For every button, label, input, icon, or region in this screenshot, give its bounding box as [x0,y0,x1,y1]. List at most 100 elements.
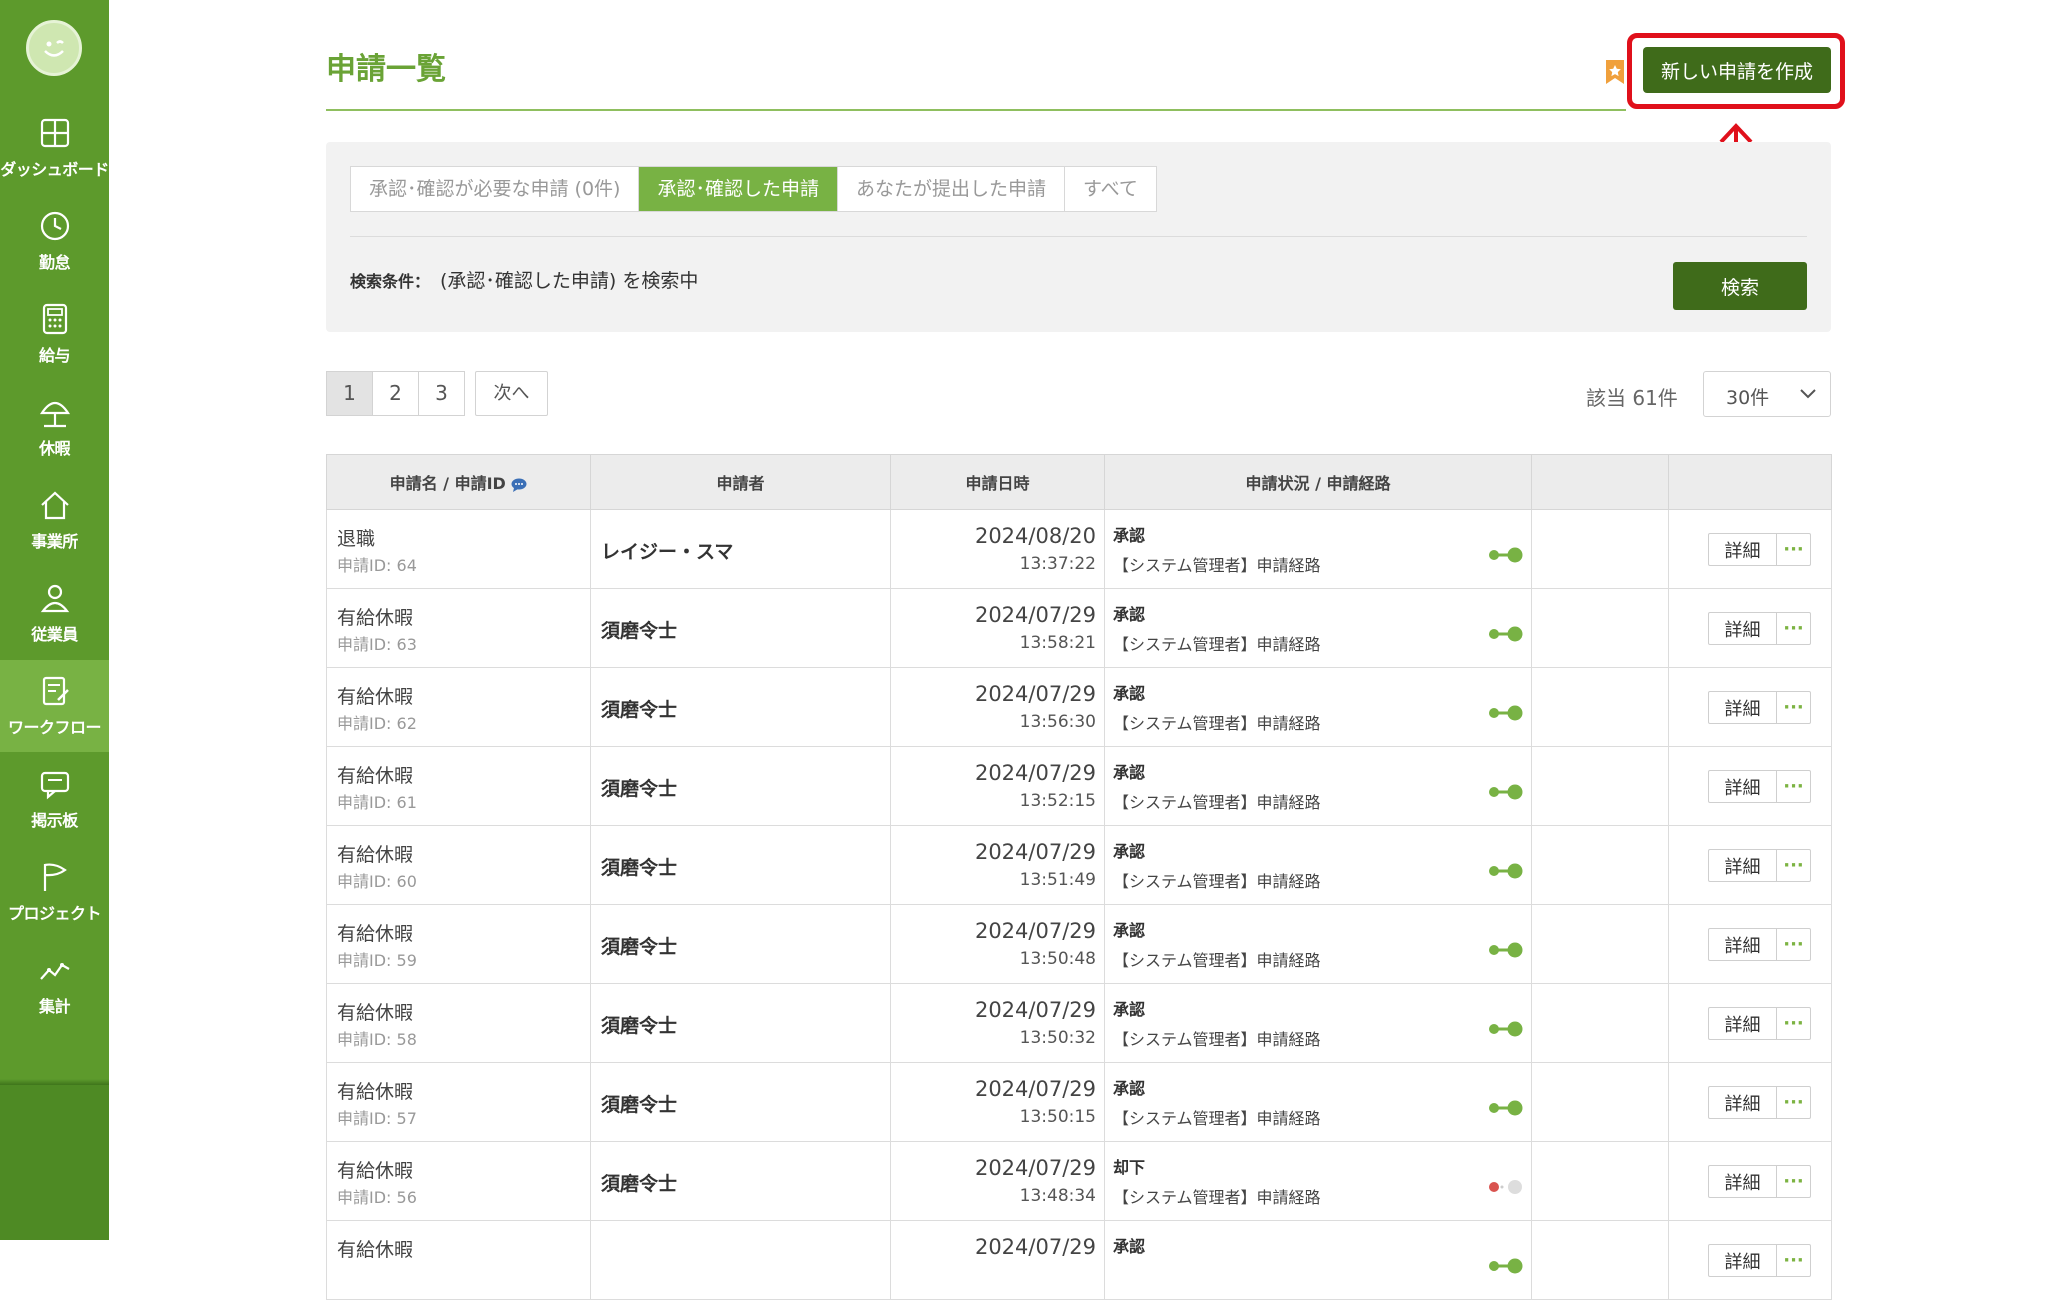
blank-cell [1531,904,1669,984]
route-status-approved-icon [1489,626,1523,642]
more-options-button[interactable]: ··· [1777,1244,1811,1277]
page-button-2[interactable]: 2 [372,371,419,416]
status-badge: 承認 [1113,1000,1146,1019]
more-options-button[interactable]: ··· [1777,1165,1811,1198]
actions-cell: 詳細 ··· [1668,1141,1832,1221]
requests-table: 申請名 / 申請ID 申請者 申請日時 申請状況 / 申請経路 退職 申請ID: … [326,454,1832,1300]
status-badge: 承認 [1113,842,1146,861]
table-row[interactable]: 有給休暇 申請ID: 59 須磨令士 2024/07/29 13:50:48 承認 【システ… [326,904,1832,984]
blank-cell [1531,1141,1669,1221]
column-header-applicant[interactable]: 申請者 [590,454,891,510]
sidebar-item-clock[interactable]: 勤怠 [0,195,109,287]
more-options-button[interactable]: ··· [1777,612,1811,645]
request-name-cell: 有給休暇 申請ID: 56 [326,1141,591,1221]
more-options-button[interactable]: ··· [1777,1007,1811,1040]
column-header-blank [1531,454,1669,510]
sidebar-item-label: 従業員 [31,625,78,644]
per-page-select[interactable]: 30件 [1703,371,1831,417]
route-status-approved-icon [1489,1258,1523,1274]
table-row[interactable]: 有給休暇 申請ID: 56 須磨令士 2024/07/29 13:48:34 却下 【システ… [326,1141,1832,1221]
filter-tab-1[interactable]: 承認･確認が必要な申請 (0件) [351,167,640,211]
actions-cell: 詳細 ··· [1668,588,1832,668]
sidebar-item-chat[interactable]: 掲示板 [0,753,109,845]
sidebar-item-dashboard[interactable]: ダッシュボード [0,102,109,194]
column-header-name[interactable]: 申請名 / 申請ID [326,454,591,510]
route-name: 【システム管理者】申請経路 [1113,1109,1321,1128]
date-cell: 2024/07/29 13:51:49 [890,825,1105,905]
sidebar-item-person[interactable]: 従業員 [0,567,109,659]
status-badge: 却下 [1113,1158,1146,1177]
detail-button[interactable]: 詳細 [1708,612,1777,645]
date-cell: 2024/07/29 13:50:48 [890,904,1105,984]
umbrella-icon [39,401,71,428]
table-row[interactable]: 有給休暇 申請ID: 60 須磨令士 2024/07/29 13:51:49 承認 【システ… [326,825,1832,905]
table-header-row: 申請名 / 申請ID 申請者 申請日時 申請状況 / 申請経路 [326,454,1832,510]
request-date: 2024/07/29 [974,682,1096,706]
filter-tab-4[interactable]: すべて [1065,167,1156,211]
status-badge: 承認 [1113,921,1146,940]
date-cell: 2024/07/29 13:58:21 [890,588,1105,668]
sidebar-item-workflow[interactable]: ワークフロー [0,660,109,752]
detail-button[interactable]: 詳細 [1708,1165,1777,1198]
table-row[interactable]: 有給休暇 2024/07/29 承認 詳細 ··· [326,1220,1832,1300]
detail-button[interactable]: 詳細 [1708,849,1777,882]
applicant-name: 須磨令士 [601,778,678,800]
applicant-cell: 須磨令士 [590,746,891,826]
table-row[interactable]: 退職 申請ID: 64 レイジー・スマ 2024/08/20 13:37:22 承認 【シス… [326,509,1832,589]
more-options-button[interactable]: ··· [1777,533,1811,566]
page-button-3[interactable]: 3 [418,371,465,416]
date-cell: 2024/07/29 13:48:34 [890,1141,1105,1221]
column-header-status[interactable]: 申請状況 / 申請経路 [1104,454,1532,510]
request-id: 申請ID: 63 [337,635,417,654]
table-row[interactable]: 有給休暇 申請ID: 61 須磨令士 2024/07/29 13:52:15 承認 【システ… [326,746,1832,826]
table-row[interactable]: 有給休暇 申請ID: 62 須磨令士 2024/07/29 13:56:30 承認 【システ… [326,667,1832,747]
table-row[interactable]: 有給休暇 申請ID: 57 須磨令士 2024/07/29 13:50:15 承認 【システ… [326,1062,1832,1142]
date-cell: 2024/07/29 13:52:15 [890,746,1105,826]
sidebar-item-umbrella[interactable]: 休暇 [0,381,109,473]
request-time: 13:52:15 [1019,791,1096,811]
sidebar-item-flag[interactable]: プロジェクト [0,846,109,938]
applicant-name: 須磨令士 [601,1094,678,1116]
detail-button[interactable]: 詳細 [1708,928,1777,961]
sidebar-item-chart-line[interactable]: 集計 [0,939,109,1031]
highlight-annotation [1627,33,1845,109]
status-badge: 承認 [1113,526,1146,545]
detail-button[interactable]: 詳細 [1708,1086,1777,1119]
request-date: 2024/07/29 [974,919,1096,943]
sidebar-item-home[interactable]: 事業所 [0,474,109,566]
detail-button[interactable]: 詳細 [1708,533,1777,566]
column-header-date[interactable]: 申請日時 [890,454,1105,510]
comment-icon [511,478,527,492]
chat-icon [40,771,70,800]
blank-cell [1531,1220,1669,1300]
filter-tab-3[interactable]: あなたが提出した申請 [838,167,1065,211]
page-button-1[interactable]: 1 [326,371,373,416]
route-status-approved-icon [1489,942,1523,958]
route-status-approved-icon [1489,1100,1523,1116]
sidebar-item-calculator[interactable]: 給与 [0,288,109,380]
status-cell: 承認 [1104,1220,1532,1300]
actions-cell: 詳細 ··· [1668,1062,1832,1142]
detail-button[interactable]: 詳細 [1708,1244,1777,1277]
more-options-button[interactable]: ··· [1777,691,1811,724]
table-row[interactable]: 有給休暇 申請ID: 63 須磨令士 2024/07/29 13:58:21 承認 【システ… [326,588,1832,668]
logo-smiley-icon[interactable] [26,20,82,76]
request-time: 13:37:22 [1019,554,1096,574]
bookmark-star-icon[interactable] [1604,60,1626,84]
detail-button[interactable]: 詳細 [1708,691,1777,724]
more-options-button[interactable]: ··· [1777,849,1811,882]
search-button[interactable]: 検索 [1673,262,1807,310]
more-options-button[interactable]: ··· [1777,770,1811,803]
status-cell: 承認 【システム管理者】申請経路 [1104,825,1532,905]
blank-cell [1531,825,1669,905]
table-row[interactable]: 有給休暇 申請ID: 58 須磨令士 2024/07/29 13:50:32 承認 【システ… [326,983,1832,1063]
date-cell: 2024/08/20 13:37:22 [890,509,1105,589]
request-id: 申請ID: 61 [337,793,417,812]
detail-button[interactable]: 詳細 [1708,770,1777,803]
more-options-button[interactable]: ··· [1777,928,1811,961]
more-options-button[interactable]: ··· [1777,1086,1811,1119]
next-page-button[interactable]: 次へ [475,371,548,416]
detail-button[interactable]: 詳細 [1708,1007,1777,1040]
flag-icon [43,863,67,891]
filter-tab-2[interactable]: 承認･確認した申請 [639,167,838,211]
